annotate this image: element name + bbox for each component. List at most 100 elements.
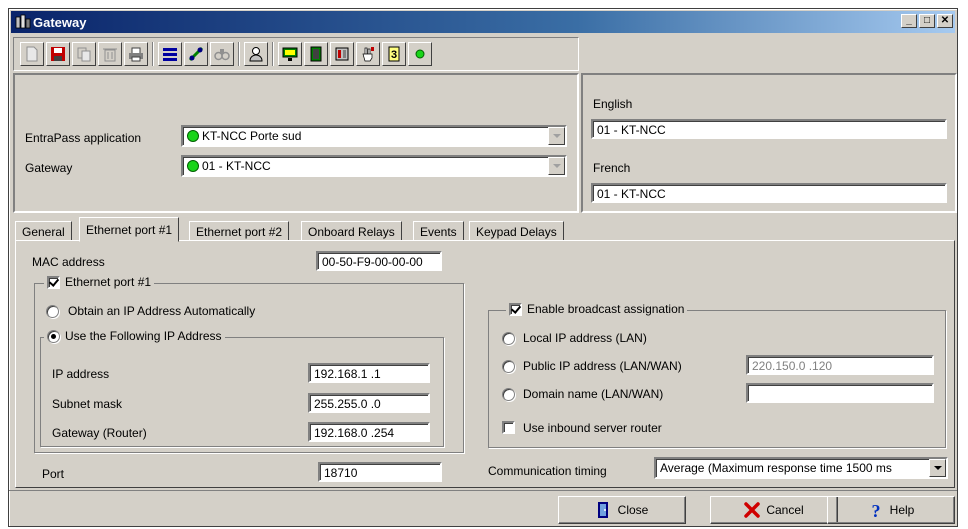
list-button[interactable]: [158, 42, 182, 66]
public-ip-field[interactable]: 220.150.0 .120: [746, 355, 934, 375]
online-led-icon: [187, 160, 199, 172]
list-icon: [163, 48, 177, 61]
tab-ethernet-port-1[interactable]: Ethernet port #1: [79, 217, 180, 242]
tab-onboard-relays[interactable]: Onboard Relays: [301, 221, 402, 241]
monitor-button[interactable]: [278, 42, 302, 66]
link-icon: [188, 46, 204, 62]
gateway-combo[interactable]: 01 - KT-NCC: [181, 155, 567, 177]
port-label: Port: [42, 467, 65, 481]
enable-broadcast-checkbox[interactable]: [509, 302, 522, 316]
selection-panel: EntraPass application KT-NCC Porte sud G…: [13, 73, 579, 213]
english-label: English: [593, 97, 633, 111]
communication-timing-combo[interactable]: Average (Maximum response time 1500 ms: [654, 457, 948, 479]
ethernet-port-checkbox[interactable]: [47, 275, 60, 289]
svg-text:?: ?: [871, 501, 880, 519]
use-following-ip-label[interactable]: Use the Following IP Address: [65, 329, 222, 343]
subnet-mask-field[interactable]: 255.255.0 .0: [308, 393, 430, 413]
static-ip-group-title: Use the Following IP Address: [44, 329, 225, 343]
binoculars-icon: [214, 49, 230, 61]
print-icon: [129, 47, 143, 62]
local-ip-radio[interactable]: [502, 332, 515, 345]
new-button[interactable]: [20, 42, 44, 66]
ethernet-port-panel: MAC address 00-50-F9-00-00-00 Ethernet p…: [15, 240, 955, 488]
cancel-button[interactable]: Cancel: [710, 496, 838, 524]
chevron-down-icon[interactable]: [929, 459, 946, 477]
svg-text:3: 3: [391, 49, 397, 61]
users-icon: [249, 47, 263, 62]
chevron-down-icon[interactable]: [548, 157, 565, 175]
ip-address-label: IP address: [52, 367, 110, 381]
status-button[interactable]: [408, 42, 432, 66]
new-icon: [26, 46, 38, 62]
inbound-router-checkbox[interactable]: [502, 421, 515, 434]
gateway-router-label: Gateway (Router): [52, 426, 147, 440]
gateway-app-icon: [15, 14, 31, 29]
link-button[interactable]: [184, 42, 208, 66]
button-bar: Close Cancel ? Help: [9, 490, 957, 526]
gateway-window: Gateway _ □ ✕ 3 EntraPass application KT…: [8, 8, 958, 527]
french-description-field[interactable]: 01 - KT-NCC: [591, 183, 947, 203]
digit-three-icon: 3: [388, 46, 400, 62]
communication-timing-label: Communication timing: [488, 464, 607, 478]
domain-name-label[interactable]: Domain name (LAN/WAN): [523, 387, 663, 401]
mac-address-field[interactable]: 00-50-F9-00-00-00: [316, 251, 442, 271]
french-label: French: [593, 161, 631, 175]
cancel-x-icon: [744, 502, 761, 518]
title-bar[interactable]: Gateway _ □ ✕: [11, 11, 955, 33]
trash-icon: [103, 48, 117, 62]
gateway-value: 01 - KT-NCC: [202, 159, 271, 173]
use-following-ip-radio[interactable]: [47, 329, 60, 343]
users-button[interactable]: [244, 42, 268, 66]
help-button[interactable]: ? Help: [827, 496, 955, 524]
door-button[interactable]: [304, 42, 328, 66]
copy-button[interactable]: [72, 42, 96, 66]
public-ip-label[interactable]: Public IP address (LAN/WAN): [523, 359, 682, 373]
window-title: Gateway: [33, 15, 87, 30]
tab-general[interactable]: General: [15, 221, 72, 241]
entrapass-application-combo[interactable]: KT-NCC Porte sud: [181, 125, 567, 147]
panel-button[interactable]: [330, 42, 354, 66]
entrapass-application-label: EntraPass application: [25, 131, 142, 145]
enable-broadcast-label[interactable]: Enable broadcast assignation: [527, 302, 684, 316]
door-exit-icon: [597, 502, 608, 518]
maximize-button[interactable]: □: [919, 14, 935, 28]
local-ip-label[interactable]: Local IP address (LAN): [523, 331, 647, 345]
copy-icon: [77, 47, 91, 62]
english-description-field[interactable]: 01 - KT-NCC: [591, 119, 947, 139]
tab-events[interactable]: Events: [413, 221, 464, 241]
delete-button[interactable]: [98, 42, 122, 66]
help-number-button[interactable]: 3: [382, 42, 406, 66]
door-icon: [310, 46, 322, 62]
domain-name-field[interactable]: [746, 383, 934, 403]
domain-name-radio[interactable]: [502, 388, 515, 401]
toolbar: 3: [13, 37, 579, 71]
port-field[interactable]: 18710: [318, 462, 442, 482]
ethernet-port-group-title: Ethernet port #1: [44, 275, 155, 289]
panel-icon: [335, 47, 349, 61]
hand-button[interactable]: [356, 42, 380, 66]
inbound-router-label[interactable]: Use inbound server router: [523, 421, 662, 435]
gateway-label: Gateway: [25, 161, 73, 175]
save-button[interactable]: [46, 42, 70, 66]
status-led-icon: [415, 49, 425, 59]
subnet-mask-label: Subnet mask: [52, 397, 123, 411]
tab-ethernet-port-2[interactable]: Ethernet port #2: [189, 221, 290, 241]
cancel-button-label: Cancel: [766, 503, 804, 517]
print-button[interactable]: [124, 42, 148, 66]
ip-address-field[interactable]: 192.168.1 .1: [308, 363, 430, 383]
help-button-label: Help: [889, 503, 915, 517]
broadcast-group-title: Enable broadcast assignation: [506, 302, 688, 316]
close-button[interactable]: Close: [558, 496, 686, 524]
find-button[interactable]: [210, 42, 234, 66]
public-ip-radio[interactable]: [502, 360, 515, 373]
tab-keypad-delays[interactable]: Keypad Delays: [469, 221, 564, 241]
ethernet-port-checkbox-label[interactable]: Ethernet port #1: [65, 275, 151, 289]
obtain-ip-auto-radio[interactable]: [46, 305, 59, 318]
close-button-label: Close: [617, 503, 649, 517]
obtain-ip-auto-label[interactable]: Obtain an IP Address Automatically: [68, 304, 255, 318]
entrapass-application-value: KT-NCC Porte sud: [202, 129, 302, 143]
chevron-down-icon[interactable]: [548, 127, 565, 145]
minimize-button[interactable]: _: [901, 14, 917, 28]
close-window-button[interactable]: ✕: [937, 14, 953, 28]
gateway-router-field[interactable]: 192.168.0 .254: [308, 422, 430, 442]
